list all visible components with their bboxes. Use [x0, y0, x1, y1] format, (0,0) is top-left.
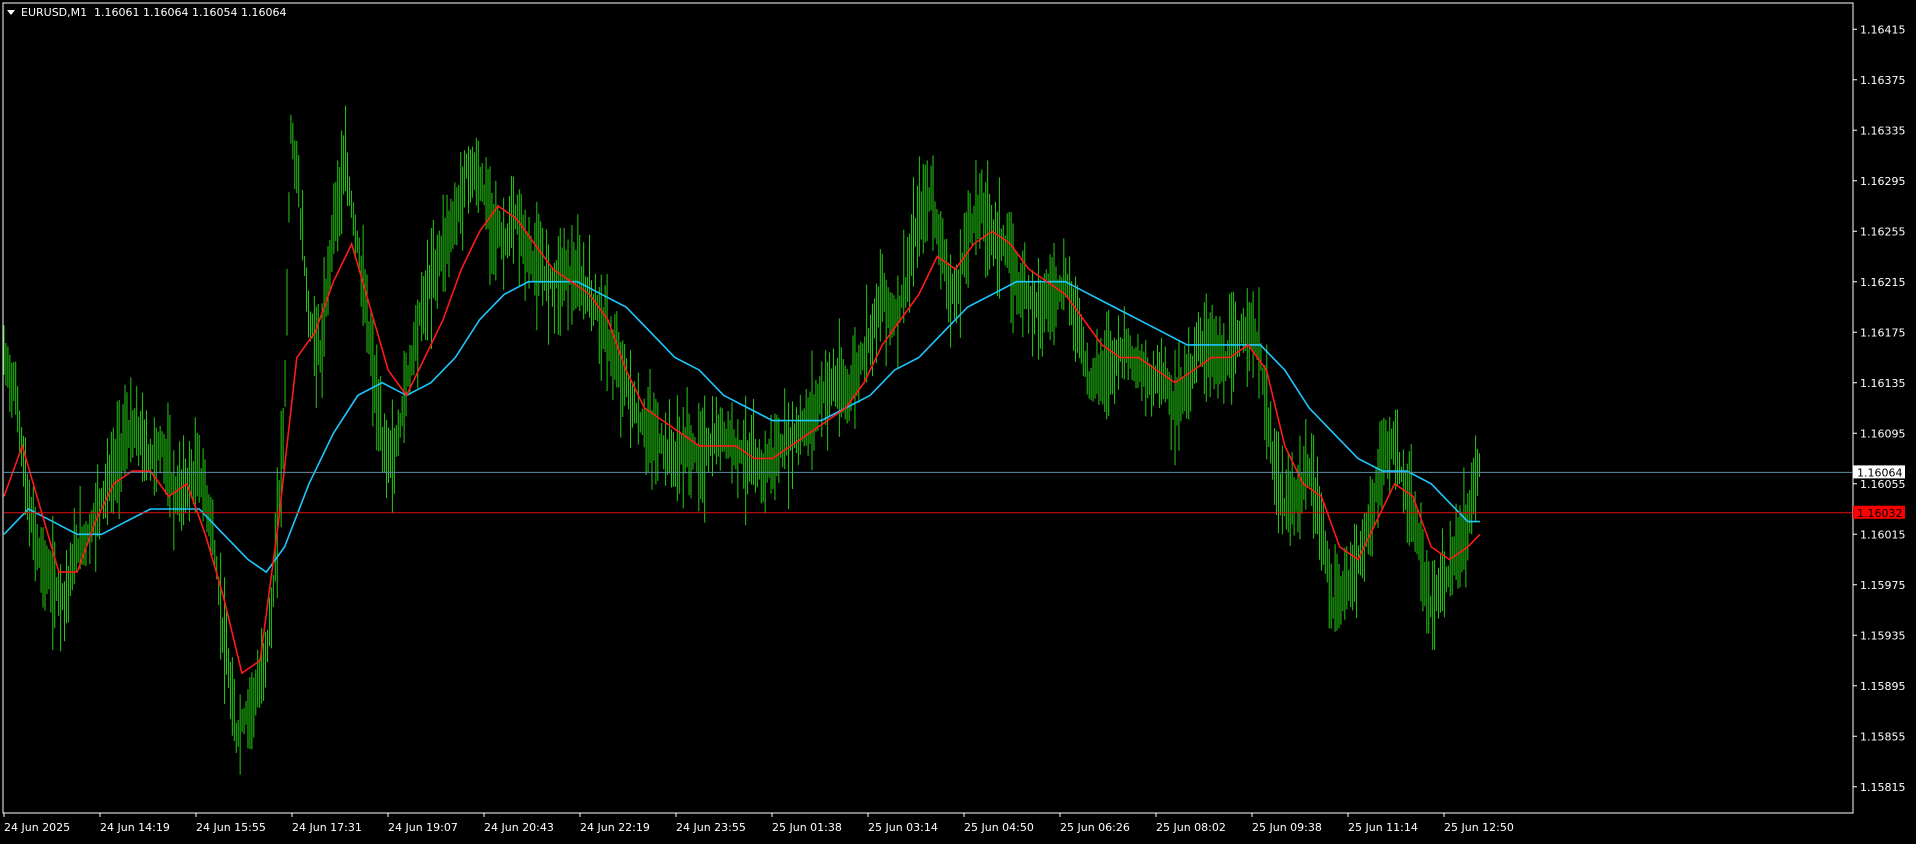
ohlc-values: 1.16061 1.16064 1.16054 1.16064: [94, 6, 286, 19]
time-tick-label: 25 Jun 08:02: [1156, 821, 1226, 834]
price-tick-label: 1.16175: [1860, 326, 1906, 339]
price-tick-label: 1.16215: [1860, 276, 1906, 289]
time-tick-label: 24 Jun 2025: [4, 821, 70, 834]
time-tick-label: 24 Jun 19:07: [388, 821, 458, 834]
price-tick-label: 1.16375: [1860, 74, 1906, 87]
time-tick-label: 24 Jun 23:55: [676, 821, 746, 834]
price-tick-label: 1.15935: [1860, 629, 1906, 642]
price-tick-label: 1.16415: [1860, 23, 1906, 36]
price-tick-label: 1.15975: [1860, 579, 1906, 592]
time-tick-label: 24 Jun 15:55: [196, 821, 266, 834]
price-tick-label: 1.16255: [1860, 225, 1906, 238]
price-tick-label: 1.16095: [1860, 427, 1906, 440]
price-tick-label: 1.16135: [1860, 377, 1906, 390]
symbol-timeframe: EURUSD,M1: [21, 6, 87, 19]
level-price-tag-label: 1.16032: [1857, 507, 1903, 520]
price-tick-label: 1.15855: [1860, 730, 1906, 743]
price-tick-label: 1.15895: [1860, 680, 1906, 693]
time-tick-label: 25 Jun 12:50: [1444, 821, 1514, 834]
time-tick-label: 25 Jun 06:26: [1060, 821, 1130, 834]
price-tick-label: 1.15815: [1860, 781, 1906, 794]
chart-header: EURUSD,M1 1.16061 1.16064 1.16054 1.1606…: [7, 6, 286, 19]
price-tick-label: 1.16055: [1860, 478, 1906, 491]
time-tick-label: 24 Jun 22:19: [580, 821, 650, 834]
price-chart[interactable]: 1.16415 1.16375 1.16335 1.16295 1.16255 1.162…: [0, 0, 1916, 840]
price-tick-label: 1.16335: [1860, 124, 1906, 137]
time-tick-label: 25 Jun 09:38: [1252, 821, 1322, 834]
time-tick-label: 25 Jun 03:14: [868, 821, 938, 834]
chart-background: [0, 0, 1916, 840]
price-tick-label: 1.16295: [1860, 175, 1906, 188]
time-tick-label: 25 Jun 11:14: [1348, 821, 1418, 834]
time-tick-label: 25 Jun 04:50: [964, 821, 1034, 834]
time-tick-label: 24 Jun 20:43: [484, 821, 554, 834]
time-tick-label: 24 Jun 17:31: [292, 821, 362, 834]
time-tick-label: 25 Jun 01:38: [772, 821, 842, 834]
price-tick-label: 1.16015: [1860, 528, 1906, 541]
bid-price-tag-label: 1.16064: [1857, 466, 1903, 479]
chart-window[interactable]: 1.16415 1.16375 1.16335 1.16295 1.16255 1.162…: [0, 0, 1916, 840]
time-tick-label: 24 Jun 14:19: [100, 821, 170, 834]
